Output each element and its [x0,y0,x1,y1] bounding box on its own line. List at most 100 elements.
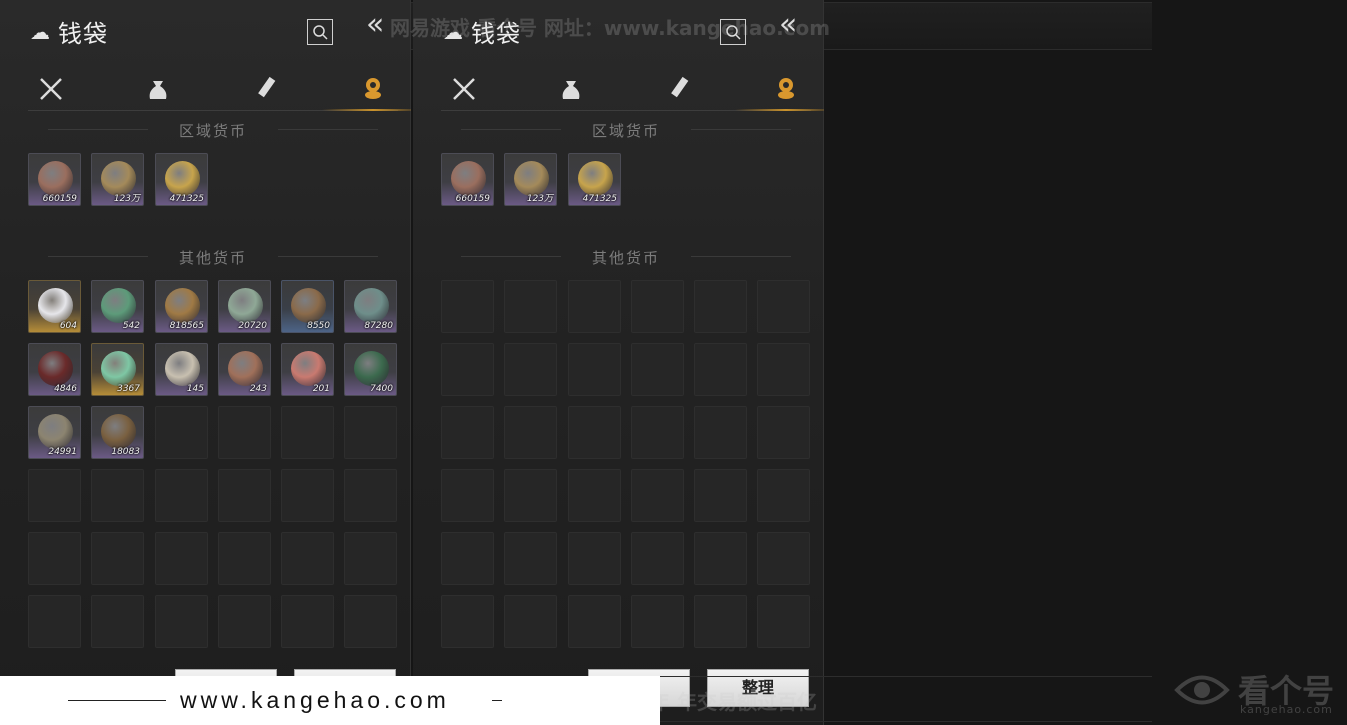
empty-slot[interactable] [281,469,334,522]
currency-slot-bronze-key[interactable]: 24991 [28,406,81,459]
empty-slot[interactable] [757,532,810,585]
tab-scroll[interactable] [662,72,696,106]
currency-slot-jade-bi-disc[interactable]: 3367 [91,343,144,396]
empty-slot[interactable] [344,532,397,585]
empty-slot[interactable] [694,532,747,585]
currency-slot-pearl[interactable]: 604 [28,280,81,333]
currency-slot-copper-coin[interactable]: 660159 [441,153,494,206]
empty-slot[interactable] [91,469,144,522]
empty-slot[interactable] [441,280,494,333]
panel-title: 钱袋 [58,20,108,48]
empty-slot[interactable] [504,532,557,585]
tab-currency[interactable] [735,72,824,111]
empty-slot[interactable] [441,532,494,585]
green-arrow-token-icon [354,351,389,386]
empty-slot[interactable] [694,280,747,333]
currency-slot-red-arrow-token[interactable]: 4846 [28,343,81,396]
empty-slot[interactable] [568,343,621,396]
empty-slot[interactable] [441,469,494,522]
empty-slot[interactable] [91,532,144,585]
tab-bag[interactable] [554,72,588,106]
empty-slot[interactable] [694,469,747,522]
empty-slot[interactable] [757,280,810,333]
currency-slot-ancient-bronze-coin[interactable]: 8550 [281,280,334,333]
empty-slot[interactable] [155,595,208,648]
empty-slot[interactable] [568,532,621,585]
empty-slot[interactable] [218,406,271,459]
pearl-icon [38,288,73,323]
empty-slot[interactable] [568,469,621,522]
empty-slot[interactable] [568,280,621,333]
currency-slot-gold-coin[interactable]: 471325 [155,153,208,206]
background-right [823,0,1347,725]
empty-slot[interactable] [504,595,557,648]
empty-slot[interactable] [631,595,684,648]
currency-slot-red-jade[interactable]: 201 [281,343,334,396]
bronze-key-icon [38,414,73,449]
tab-weapons[interactable] [34,72,68,106]
empty-slot[interactable] [504,280,557,333]
section-title-regional: 区域货币 [441,120,811,141]
empty-slot[interactable] [155,406,208,459]
empty-slot[interactable] [441,406,494,459]
empty-slot[interactable] [631,406,684,459]
empty-slot[interactable] [694,595,747,648]
empty-slot[interactable] [694,343,747,396]
empty-slot[interactable] [757,595,810,648]
currency-slot-bamboo-tally[interactable]: 145 [155,343,208,396]
empty-slot[interactable] [757,343,810,396]
tab-currency[interactable] [322,72,411,111]
empty-slot[interactable] [504,343,557,396]
currency-slot-gold-coin[interactable]: 471325 [568,153,621,206]
empty-slot[interactable] [28,469,81,522]
currency-slot-green-arrow-token[interactable]: 7400 [344,343,397,396]
empty-slot[interactable] [218,469,271,522]
empty-slot[interactable] [757,406,810,459]
empty-slot[interactable] [504,406,557,459]
currency-slot-bronze-coin[interactable]: 123万 [504,153,557,206]
empty-slot[interactable] [155,532,208,585]
item-count: 3367 [117,384,140,394]
empty-slot[interactable] [28,595,81,648]
empty-slot[interactable] [568,406,621,459]
empty-slot[interactable] [631,280,684,333]
empty-slot[interactable] [631,532,684,585]
item-count: 604 [59,321,77,331]
currency-slot-bronze-coin[interactable]: 123万 [91,153,144,206]
empty-slot[interactable] [281,595,334,648]
empty-slot[interactable] [28,532,81,585]
empty-slot[interactable] [281,406,334,459]
empty-slot[interactable] [757,469,810,522]
empty-slot[interactable] [694,406,747,459]
empty-slot[interactable] [218,532,271,585]
search-button[interactable] [307,19,333,45]
bronze-bell-icon [101,414,136,449]
tab-bag[interactable] [141,72,175,106]
empty-slot[interactable] [344,406,397,459]
empty-slot[interactable] [344,469,397,522]
empty-slot[interactable] [631,469,684,522]
scroll-icon [258,76,276,98]
empty-slot[interactable] [504,469,557,522]
empty-slot[interactable] [344,595,397,648]
empty-slot[interactable] [631,343,684,396]
currency-slot-copper-coin-string[interactable]: 818565 [155,280,208,333]
empty-slot[interactable] [441,595,494,648]
logo-subtext: kangehao.com [1240,703,1333,716]
empty-slot[interactable] [155,469,208,522]
currency-slot-copper-coin[interactable]: 660159 [28,153,81,206]
currency-slot-bronze-bell[interactable]: 18083 [91,406,144,459]
coin-stack-icon [778,78,794,99]
empty-slot[interactable] [91,595,144,648]
empty-slot[interactable] [281,532,334,585]
tab-weapons[interactable] [447,72,481,106]
empty-slot[interactable] [568,595,621,648]
currency-slot-jade-note[interactable]: 542 [91,280,144,333]
currency-slot-carved-tablet[interactable]: 243 [218,343,271,396]
empty-slot[interactable] [218,595,271,648]
empty-slot[interactable] [441,343,494,396]
currency-slot-jade-fish[interactable]: 87280 [344,280,397,333]
coin-stack-icon [365,78,381,99]
currency-slot-jade-ruyi[interactable]: 20720 [218,280,271,333]
tab-scroll[interactable] [249,72,283,106]
